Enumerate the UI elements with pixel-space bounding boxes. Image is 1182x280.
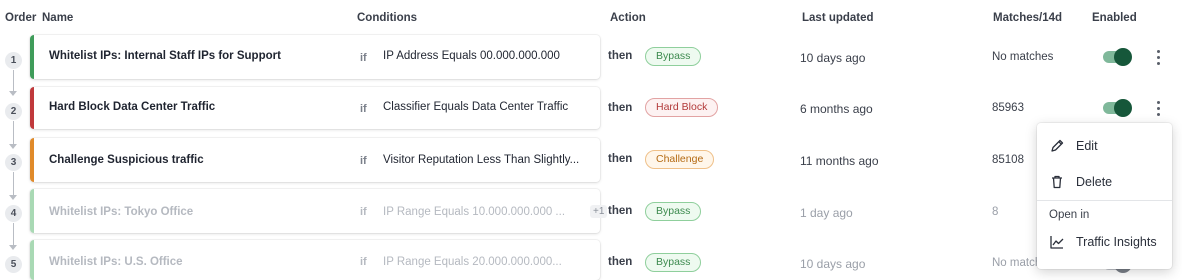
menu-label-delete: Delete bbox=[1076, 175, 1113, 189]
action-badge: Hard Block bbox=[645, 98, 719, 117]
rule-condition: IP Range Equals 20.000.000.000... bbox=[383, 256, 562, 268]
table-header: Order Name Conditions Action Last update… bbox=[0, 0, 1182, 34]
header-action: Action bbox=[610, 12, 646, 24]
if-label: if bbox=[360, 256, 367, 268]
last-updated: 10 days ago bbox=[800, 51, 866, 65]
rule-condition: IP Address Equals 00.000.000.000 bbox=[383, 50, 560, 62]
order-connector bbox=[13, 223, 14, 246]
order-badge[interactable]: 2 bbox=[5, 103, 22, 120]
if-label: if bbox=[360, 206, 367, 218]
order-badge[interactable]: 4 bbox=[5, 205, 22, 222]
menu-item-edit[interactable]: Edit bbox=[1037, 129, 1172, 163]
rule-row[interactable]: Whitelist IPs: Tokyo Office if IP Range … bbox=[30, 189, 1182, 233]
last-updated: 1 day ago bbox=[800, 206, 853, 220]
then-label: then bbox=[608, 50, 633, 62]
header-enabled: Enabled bbox=[1092, 12, 1137, 24]
then-label: then bbox=[608, 153, 633, 165]
if-label: if bbox=[360, 103, 367, 115]
then-label: then bbox=[608, 102, 633, 114]
last-updated: 6 months ago bbox=[800, 102, 873, 116]
rule-accent bbox=[30, 138, 34, 182]
rule-condition: Visitor Reputation Less Than Slightly... bbox=[383, 154, 580, 166]
rule-row[interactable]: Whitelist IPs: U.S. Office if IP Range E… bbox=[30, 240, 1182, 280]
more-options-icon[interactable] bbox=[1150, 48, 1166, 66]
action-badge: Challenge bbox=[645, 150, 715, 169]
line-chart-icon bbox=[1050, 236, 1064, 249]
matches-count: 85963 bbox=[992, 102, 1024, 114]
header-matches: Matches/14d bbox=[993, 12, 1063, 24]
order-connector bbox=[13, 172, 14, 196]
order-badge[interactable]: 1 bbox=[5, 52, 22, 69]
menu-item-delete[interactable]: Delete bbox=[1037, 165, 1172, 199]
rule-row[interactable]: Hard Block Data Center Traffic if Classi… bbox=[30, 87, 1182, 129]
header-name: Name bbox=[42, 12, 74, 24]
action-badge: Bypass bbox=[645, 202, 702, 221]
arrow-down-icon bbox=[9, 195, 17, 200]
extra-conditions-count[interactable]: +1 bbox=[590, 205, 608, 218]
if-label: if bbox=[360, 155, 367, 167]
order-connector bbox=[13, 70, 14, 92]
arrow-down-icon bbox=[9, 245, 17, 250]
matches-count: 85108 bbox=[992, 154, 1024, 166]
matches-count: 8 bbox=[992, 206, 999, 218]
rule-accent bbox=[30, 189, 34, 233]
rule-name: Challenge Suspicious traffic bbox=[49, 154, 204, 166]
rule-name: Whitelist IPs: Internal Staff IPs for Su… bbox=[49, 50, 281, 62]
order-badge[interactable]: 3 bbox=[5, 154, 22, 171]
row-actions-menu: Edit Delete Open in Traffic Insights bbox=[1037, 123, 1172, 269]
toggle-knob bbox=[1114, 99, 1132, 117]
arrow-down-icon bbox=[9, 91, 17, 96]
rule-name: Whitelist IPs: U.S. Office bbox=[49, 256, 183, 268]
rule-accent bbox=[30, 87, 34, 129]
action-badge: Bypass bbox=[645, 253, 702, 272]
header-conditions: Conditions bbox=[357, 12, 418, 24]
arrow-down-icon bbox=[9, 144, 17, 149]
rule-name: Hard Block Data Center Traffic bbox=[49, 101, 216, 113]
header-last-updated: Last updated bbox=[802, 12, 874, 24]
then-label: then bbox=[608, 256, 633, 268]
enabled-toggle[interactable] bbox=[1103, 48, 1132, 66]
menu-label-edit: Edit bbox=[1076, 139, 1098, 153]
if-label: if bbox=[360, 52, 367, 64]
menu-section-label: Open in bbox=[1049, 209, 1090, 221]
enabled-toggle[interactable] bbox=[1103, 99, 1132, 117]
more-options-icon[interactable] bbox=[1150, 99, 1166, 117]
order-connector bbox=[13, 121, 14, 145]
action-badge: Bypass bbox=[645, 47, 702, 66]
then-label: then bbox=[608, 205, 633, 217]
last-updated: 10 days ago bbox=[800, 257, 866, 271]
menu-divider bbox=[1037, 200, 1172, 201]
rule-accent bbox=[30, 240, 34, 280]
menu-label-traffic-insights: Traffic Insights bbox=[1076, 235, 1157, 249]
trash-icon bbox=[1052, 175, 1062, 189]
menu-item-traffic-insights[interactable]: Traffic Insights bbox=[1037, 225, 1172, 259]
pencil-icon bbox=[1051, 139, 1064, 152]
matches-count: No matches bbox=[992, 51, 1054, 63]
order-column: 1 2 3 4 5 bbox=[0, 0, 30, 280]
rule-row[interactable]: Whitelist IPs: Internal Staff IPs for Su… bbox=[30, 35, 1182, 79]
order-badge[interactable]: 5 bbox=[5, 256, 22, 273]
rule-condition: Classifier Equals Data Center Traffic bbox=[383, 101, 569, 113]
rule-condition: IP Range Equals 10.000.000.000 ... bbox=[383, 206, 566, 218]
last-updated: 11 months ago bbox=[800, 154, 879, 168]
rule-row[interactable]: Challenge Suspicious traffic if Visitor … bbox=[30, 138, 1182, 182]
toggle-knob bbox=[1114, 48, 1132, 66]
rule-accent bbox=[30, 35, 34, 79]
rule-name: Whitelist IPs: Tokyo Office bbox=[49, 206, 194, 218]
